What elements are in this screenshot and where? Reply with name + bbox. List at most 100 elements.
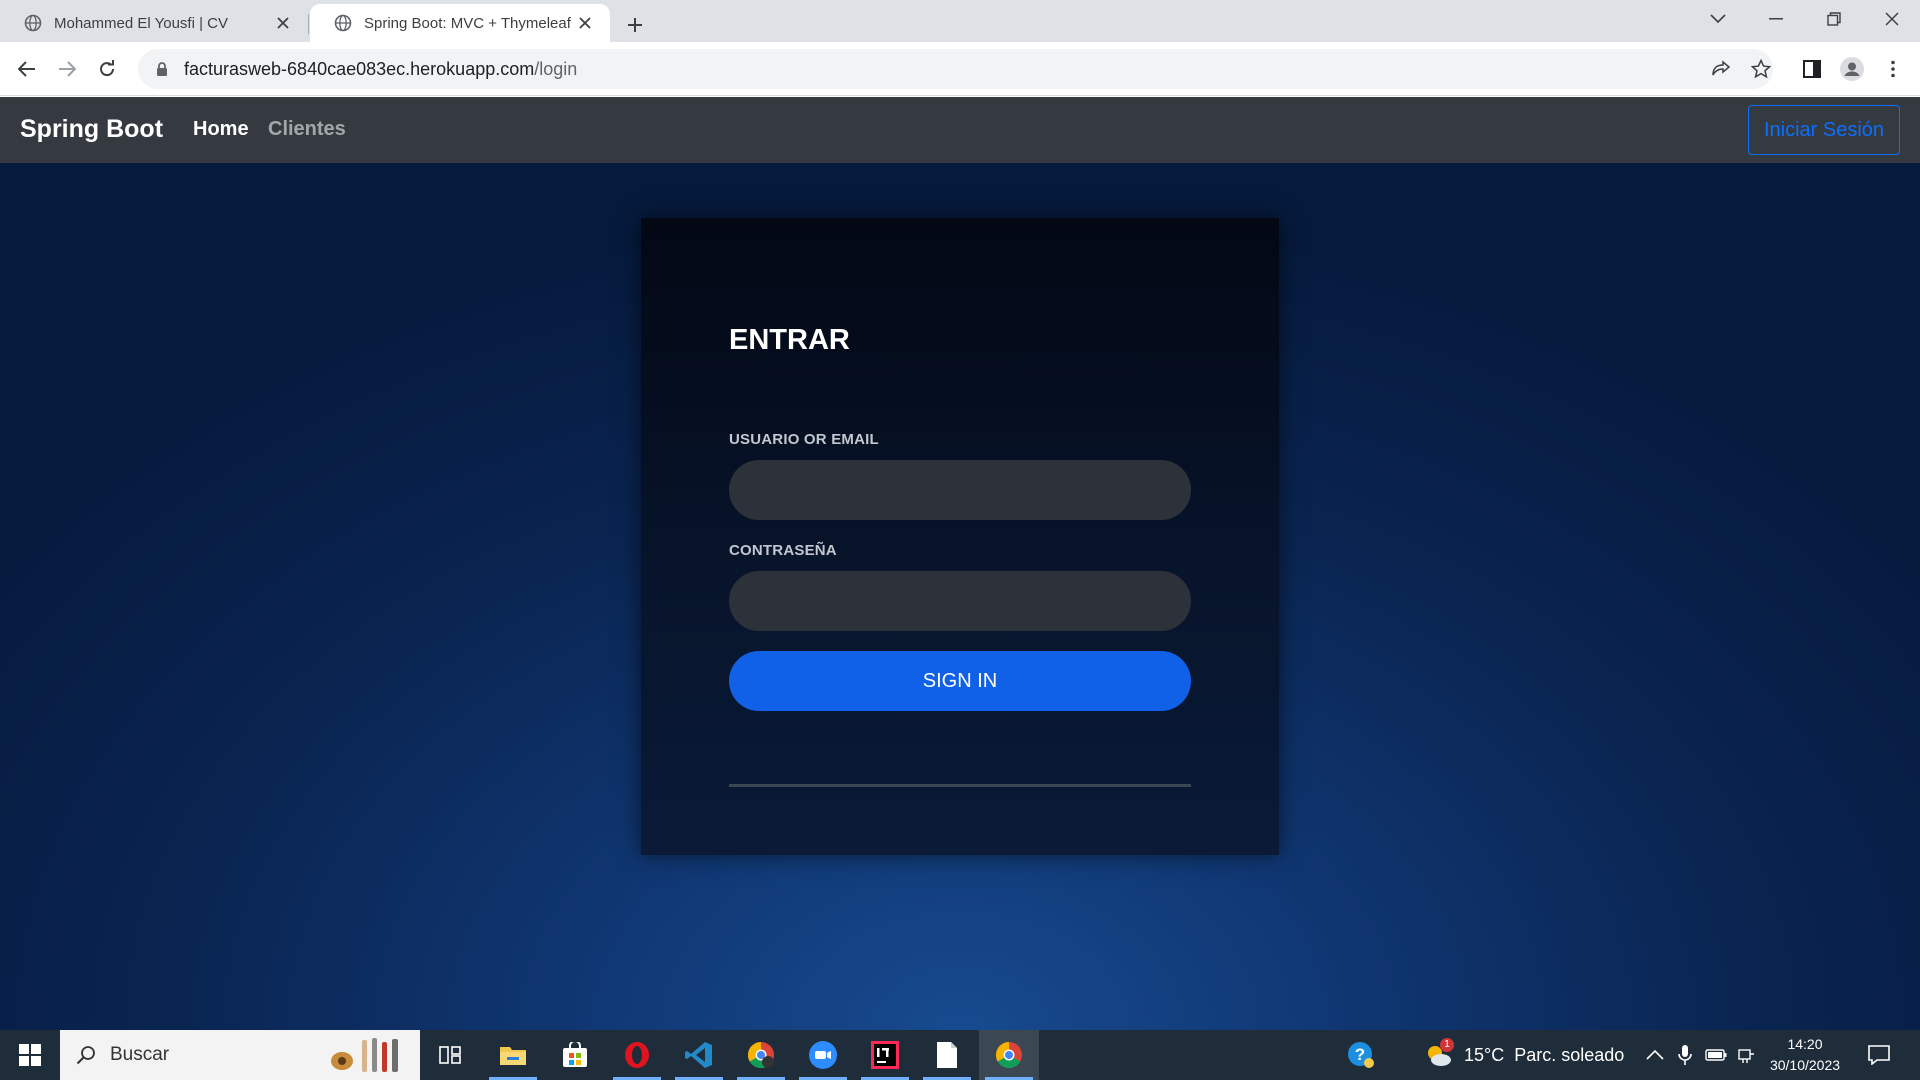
taskbar-notepad[interactable] [917,1030,977,1080]
weather-badge: 1 [1440,1038,1454,1052]
browser-tab-strip: Mohammed El Yousfi | CV Spring Boot: MVC… [0,0,1920,42]
close-icon [1885,12,1899,26]
opera-icon [625,1042,649,1068]
password-label: CONTRASEÑA [729,542,837,559]
chrome-profile-icon [747,1041,774,1069]
file-explorer-icon [500,1047,526,1065]
side-panel-button[interactable] [1795,52,1829,86]
close-tab-icon[interactable] [272,12,294,34]
side-panel-icon [1803,60,1821,78]
url-path: /login [534,58,578,79]
lock-icon[interactable] [152,61,172,77]
bookmark-button[interactable] [1744,52,1778,86]
reload-icon [100,60,115,77]
chrome-icon [995,1041,1022,1069]
microsoft-store-icon [563,1042,587,1067]
tab-title: Mohammed El Yousfi | CV [54,14,228,32]
browser-toolbar: facturasweb-6840cae083ec.herokuapp.com/l… [0,42,1920,96]
taskbar-intellij[interactable] [855,1030,915,1080]
tab-search-button[interactable] [1690,0,1746,38]
username-input[interactable] [729,460,1191,520]
forward-button[interactable] [50,52,84,86]
minimize-button[interactable] [1748,0,1804,38]
microphone-tray-button[interactable] [1678,1030,1692,1080]
star-icon [1751,59,1771,79]
help-tray-button[interactable]: ? [1346,1030,1376,1080]
tab-cv[interactable]: Mohammed El Yousfi | CV [0,4,308,42]
search-icon [76,1046,95,1065]
weather-widget[interactable]: 1 15°C Parc. soleado [1424,1030,1624,1080]
clock-time: 14:20 [1787,1036,1823,1052]
plus-icon [628,18,642,32]
search-placeholder: Buscar [110,1044,170,1065]
network-icon [1738,1049,1754,1063]
tab-spring-boot[interactable]: Spring Boot: MVC + Thymeleaf [310,4,610,42]
profile-button[interactable] [1835,52,1869,86]
taskbar-chrome-profile[interactable] [731,1030,791,1080]
task-view-icon [439,1046,461,1064]
taskbar-search[interactable]: Buscar [60,1030,420,1080]
page-background: ENTRAR USUARIO OR EMAIL CONTRASEÑA SIGN … [0,163,1920,1030]
globe-icon [334,14,352,32]
windows-logo-icon [19,1044,41,1066]
start-button[interactable] [0,1030,60,1080]
microphone-icon [1678,1045,1692,1065]
reload-button[interactable] [90,52,124,86]
tab-title: Spring Boot: MVC + Thymeleaf [364,14,571,32]
notification-icon [1868,1045,1890,1065]
tab-separator [308,14,309,34]
site-navbar: Spring Boot Home Clientes Iniciar Sesión [0,97,1920,163]
taskbar-microsoft-store[interactable] [545,1030,605,1080]
url-text: facturasweb-6840cae083ec.herokuapp.com/l… [184,59,577,80]
restore-button[interactable] [1806,0,1862,38]
kebab-menu-icon [1891,60,1895,78]
username-label: USUARIO OR EMAIL [729,431,879,448]
back-button[interactable] [10,52,44,86]
arrow-right-icon [59,61,76,77]
taskbar-clock[interactable]: 14:20 30/10/2023 [1760,1034,1850,1076]
card-divider [729,784,1191,787]
clock-date: 30/10/2023 [1769,1057,1841,1073]
weather-icon: 1 [1424,1038,1454,1070]
show-hidden-icons-button[interactable] [1646,1030,1664,1080]
battery-tray-button[interactable] [1705,1030,1727,1080]
taskbar-chrome[interactable] [979,1030,1039,1080]
taskbar-vscode[interactable] [669,1030,729,1080]
nav-link-clientes[interactable]: Clientes [268,118,346,141]
iniciar-sesion-button[interactable]: Iniciar Sesión [1748,105,1900,155]
address-bar[interactable]: facturasweb-6840cae083ec.herokuapp.com/l… [138,49,1773,89]
minimize-icon [1769,18,1783,20]
svg-text:?: ? [1355,1045,1365,1064]
network-tray-button[interactable] [1737,1030,1755,1080]
sign-in-button[interactable]: SIGN IN [729,651,1191,711]
new-tab-button[interactable] [618,8,652,42]
chevron-down-icon [1710,14,1726,24]
vscode-icon [685,1042,712,1068]
notifications-button[interactable] [1868,1030,1890,1080]
tools-illustration-icon [331,1038,398,1072]
login-title: ENTRAR [729,324,850,356]
globe-icon [24,14,42,32]
taskbar-opera[interactable] [607,1030,667,1080]
arrow-left-icon [18,61,35,77]
browser-menu-button[interactable] [1876,52,1910,86]
weather-text: 15°C Parc. soleado [1464,1044,1625,1065]
taskbar-zoom[interactable] [793,1030,853,1080]
nav-link-home[interactable]: Home [193,118,249,141]
close-window-button[interactable] [1864,0,1920,38]
task-view-button[interactable] [420,1030,480,1080]
intellij-icon [871,1041,899,1069]
share-icon [1712,60,1731,76]
password-input[interactable] [729,571,1191,631]
windows-taskbar: Buscar ? 1 15°C Parc. soleado 14:20 30/1… [0,1030,1920,1080]
share-button[interactable] [1704,52,1738,86]
battery-icon [1705,1049,1727,1061]
taskbar-file-explorer[interactable] [483,1030,543,1080]
avatar-icon [1840,57,1864,81]
help-icon: ? [1348,1042,1374,1068]
zoom-icon [809,1041,837,1069]
navbar-brand[interactable]: Spring Boot [20,115,163,144]
chevron-up-icon [1646,1050,1664,1060]
close-tab-icon[interactable] [574,12,596,34]
login-card: ENTRAR USUARIO OR EMAIL CONTRASEÑA SIGN … [641,218,1279,855]
